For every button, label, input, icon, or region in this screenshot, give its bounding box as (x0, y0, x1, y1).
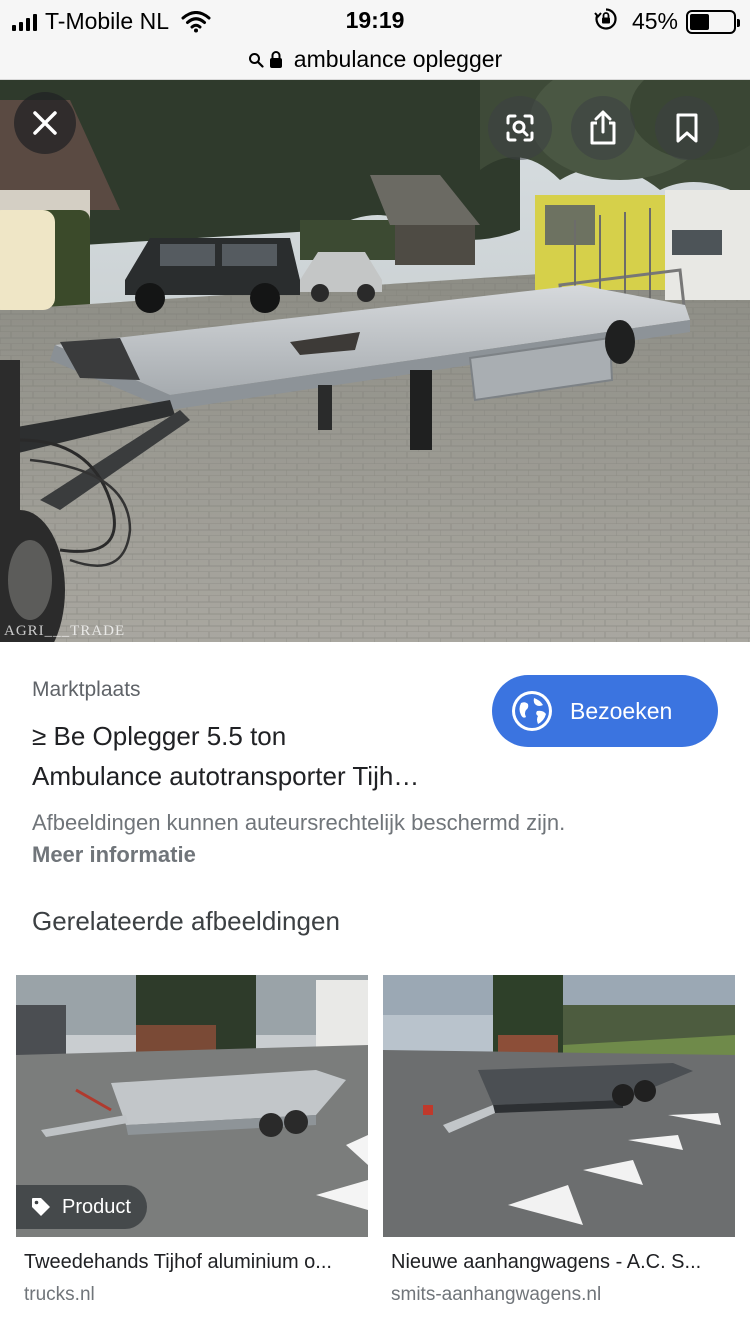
status-bar: T-Mobile NL 19:19 45% (0, 0, 750, 40)
tag-icon (32, 1198, 50, 1216)
product-badge: Product (16, 1185, 147, 1229)
related-card-title[interactable]: Nieuwe aanhangwagens - A.C. S... (383, 1251, 727, 1274)
product-badge-label: Product (62, 1195, 131, 1218)
search-icon (248, 52, 268, 68)
close-button[interactable] (14, 92, 76, 154)
related-card-source: trucks.nl (24, 1284, 95, 1305)
globe-icon (512, 691, 552, 731)
lens-icon (506, 114, 534, 142)
url-bar[interactable]: ambulance oplegger (0, 40, 750, 80)
image-watermark: AGRI___TRADE (4, 623, 126, 639)
result-title-line-1: ≥ Be Oplegger 5.5 ton (32, 721, 287, 751)
rotation-lock-icon (594, 7, 618, 36)
trailer-photo (0, 80, 750, 642)
related-thumbnail[interactable]: Product (16, 975, 368, 1237)
lock-icon (268, 50, 288, 70)
hero-image[interactable]: AGRI___TRADE (0, 80, 750, 642)
related-card[interactable]: Product Tweedehands Tijhof aluminium o..… (16, 975, 368, 1306)
share-icon (590, 110, 616, 145)
url-text: ambulance oplegger (293, 46, 503, 72)
related-card[interactable]: Nieuwe aanhangwagens - A.C. S... smits-a… (383, 975, 735, 1306)
lens-button[interactable] (488, 96, 552, 160)
battery-level (690, 13, 709, 30)
bookmark-icon (676, 113, 698, 143)
trailer-thumbnail-2 (383, 975, 735, 1237)
related-thumbnail[interactable] (383, 975, 735, 1237)
result-title-line-2: Ambulance autotransporter Tijh… (32, 761, 420, 791)
related-card-source: smits-aanhangwagens.nl (391, 1284, 602, 1305)
battery-icon (686, 9, 740, 34)
close-icon (33, 111, 57, 135)
visit-button-label: Bezoeken (570, 697, 673, 724)
copyright-notice: Afbeeldingen kunnen auteursrechtelijk be… (32, 810, 566, 835)
result-source[interactable]: Marktplaats (32, 678, 141, 702)
share-button[interactable] (571, 96, 635, 160)
battery-percent: 45% (631, 8, 678, 34)
visit-button[interactable]: Bezoeken (492, 675, 718, 747)
more-info-link[interactable]: Meer informatie (32, 842, 196, 868)
bookmark-button[interactable] (655, 96, 719, 160)
related-card-title[interactable]: Tweedehands Tijhof aluminium o... (16, 1251, 360, 1274)
result-title[interactable]: ≥ Be Oplegger 5.5 ton Ambulance autotran… (32, 716, 472, 796)
related-images-heading: Gerelateerde afbeeldingen (32, 906, 340, 936)
